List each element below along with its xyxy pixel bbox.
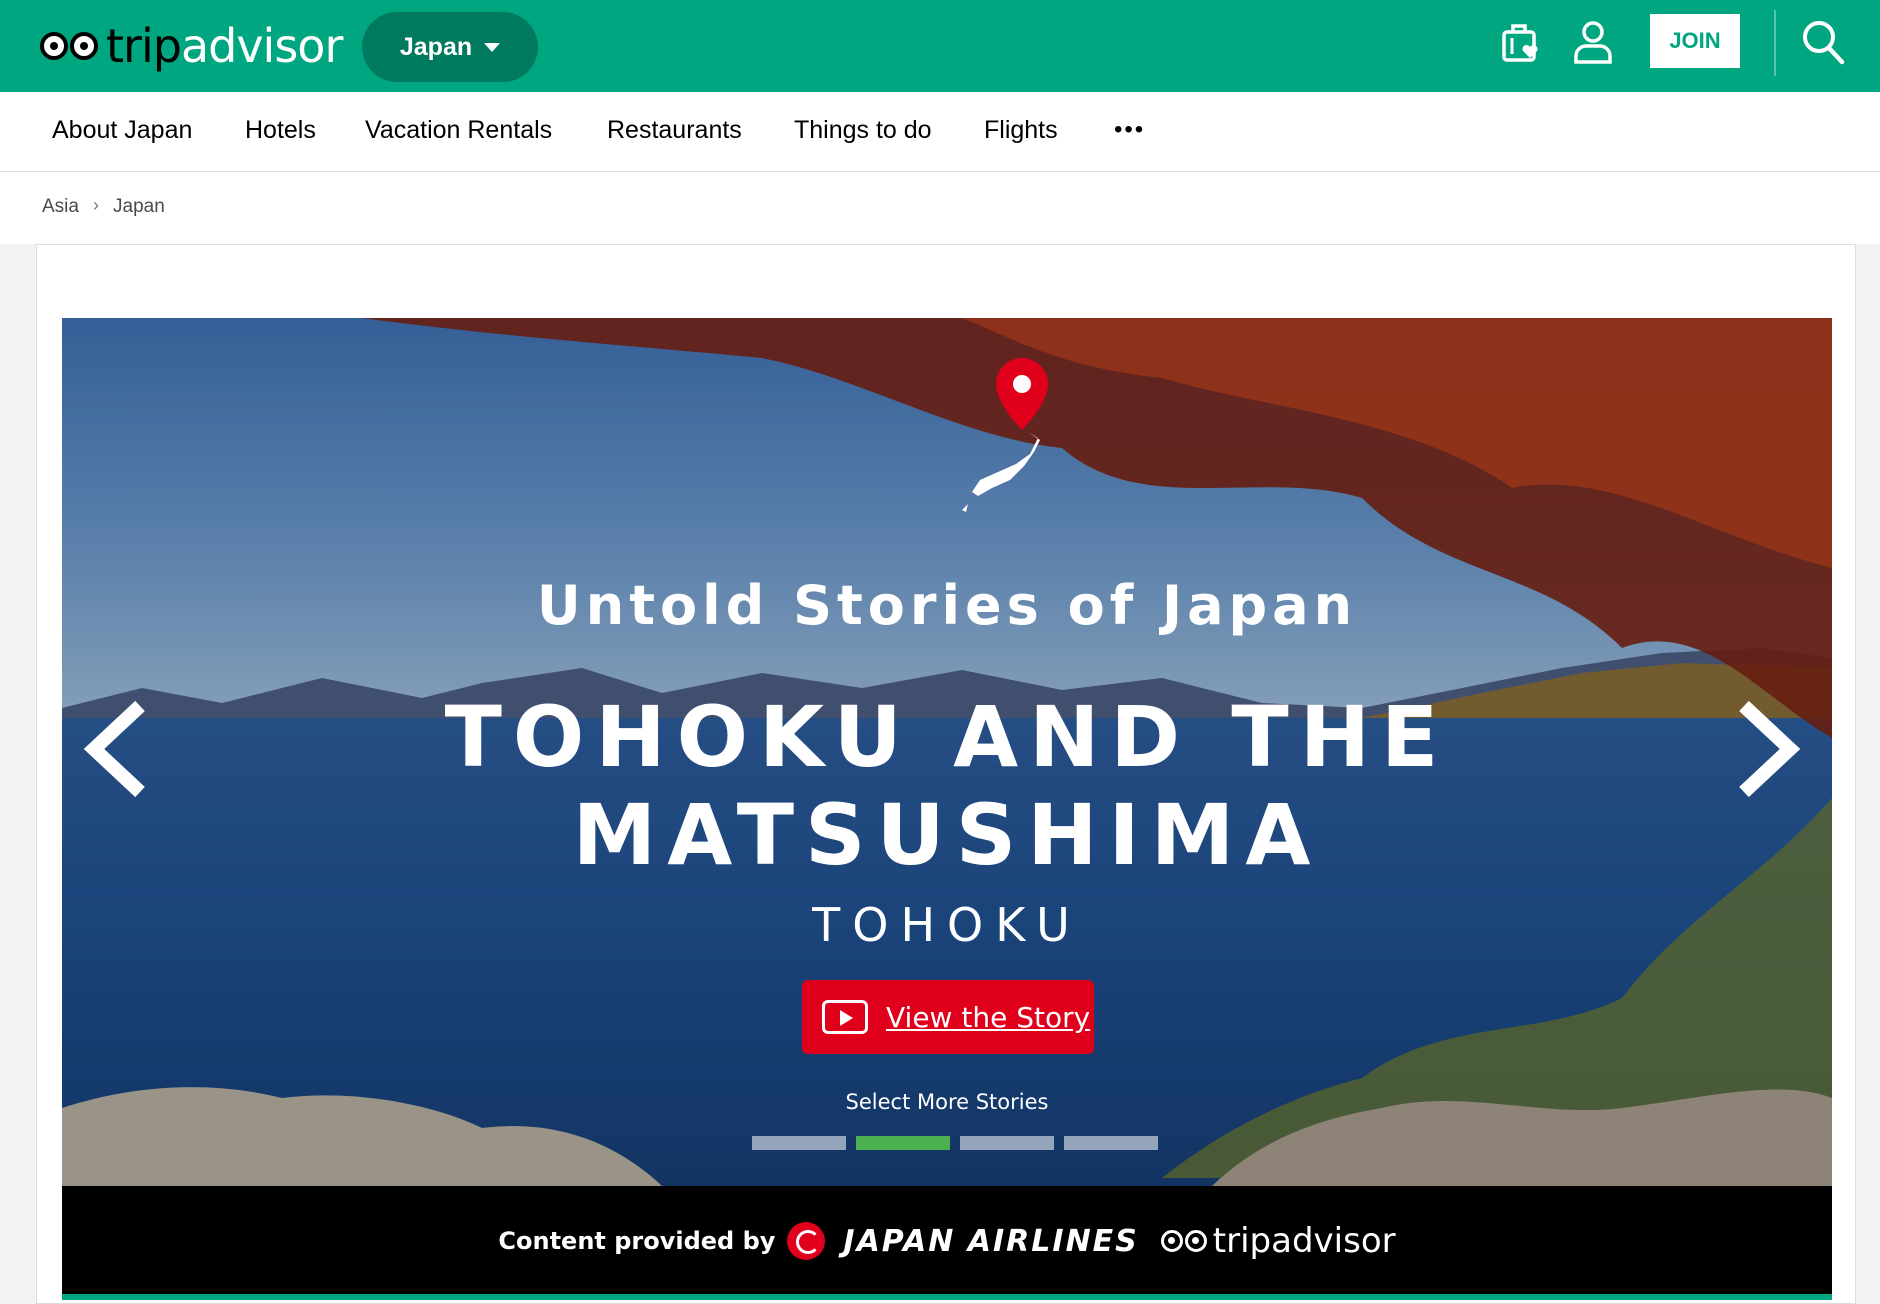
- logo-wordmark: tripadvisor: [106, 19, 343, 73]
- nav-item-restaurants[interactable]: Restaurants: [607, 116, 742, 145]
- secondary-nav: About Japan Hotels Vacation Rentals Rest…: [0, 92, 1880, 172]
- breadcrumb-separator: ›: [93, 195, 99, 215]
- search-icon: [1803, 21, 1845, 65]
- tripadvisor-small-logo: tripadvisor: [1160, 1221, 1396, 1261]
- hero-headline-line-2: MATSUSHIMA: [572, 786, 1322, 884]
- story-pager-dot-active[interactable]: [856, 1136, 950, 1150]
- hero-headline-line-1: TOHOKU AND THE: [444, 688, 1450, 786]
- jal-crane-logo-icon: [787, 1222, 826, 1260]
- owl-logo-icon: [40, 32, 98, 60]
- breadcrumb: Asia › Japan: [0, 172, 1880, 244]
- owl-logo-icon: [1160, 1230, 1207, 1252]
- profile-icon: [1574, 21, 1612, 64]
- story-pager-dot[interactable]: [1064, 1136, 1158, 1150]
- search-button[interactable]: [1800, 18, 1846, 66]
- breadcrumb-asia[interactable]: Asia: [42, 196, 79, 218]
- nav-item-vacation-rentals[interactable]: Vacation Rentals: [365, 116, 552, 145]
- story-pager: [752, 1136, 1158, 1150]
- geo-selector-button[interactable]: Japan: [362, 12, 538, 82]
- nav-more-button[interactable]: •••: [1114, 118, 1145, 142]
- hero-kicker: Untold Stories of Japan: [536, 574, 1358, 637]
- tripadvisor-logo[interactable]: tripadvisor: [40, 18, 343, 74]
- nav-item-flights[interactable]: Flights: [984, 116, 1058, 145]
- view-story-label: View the Story: [886, 1000, 1091, 1034]
- tripadvisor-small-wordmark: tripadvisor: [1212, 1221, 1396, 1261]
- hero-carousel: Untold Stories of Japan TOHOKU AND THE M…: [62, 318, 1832, 1186]
- play-icon: [822, 1000, 868, 1034]
- breadcrumb-japan[interactable]: Japan: [113, 196, 165, 218]
- hero-headline: TOHOKU AND THE MATSUSHIMA: [62, 688, 1832, 884]
- previous-arrow-icon[interactable]: [74, 694, 154, 804]
- nav-item-hotels[interactable]: Hotels: [245, 116, 316, 145]
- next-arrow-icon[interactable]: [1730, 694, 1810, 804]
- trips-button[interactable]: [1500, 20, 1544, 66]
- jal-wordmark: JAPAN AIRLINES: [843, 1223, 1139, 1259]
- select-more-stories-label: Select More Stories: [845, 1090, 1049, 1114]
- nav-item-things-to-do[interactable]: Things to do: [794, 116, 932, 145]
- map-pin-icon: [962, 358, 1048, 512]
- content-provided-label: Content provided by: [498, 1227, 776, 1255]
- accent-line: [62, 1294, 1832, 1300]
- story-pager-dot[interactable]: [960, 1136, 1054, 1150]
- profile-button[interactable]: [1570, 18, 1616, 66]
- nav-item-about-japan[interactable]: About Japan: [52, 116, 192, 145]
- header-divider: [1774, 10, 1776, 76]
- join-button[interactable]: JOIN: [1650, 14, 1740, 68]
- story-pager-dot[interactable]: [752, 1136, 846, 1150]
- hero-region: TOHOKU: [812, 898, 1082, 952]
- top-bar: tripadvisor Japan JOIN: [0, 0, 1880, 92]
- content-credit-bar: Content provided by JAPAN AIRLINES tripa…: [62, 1186, 1832, 1296]
- trips-icon: [1502, 24, 1538, 62]
- geo-label: Japan: [399, 32, 473, 61]
- view-story-button[interactable]: View the Story: [802, 980, 1094, 1054]
- chevron-down-icon: [484, 42, 501, 52]
